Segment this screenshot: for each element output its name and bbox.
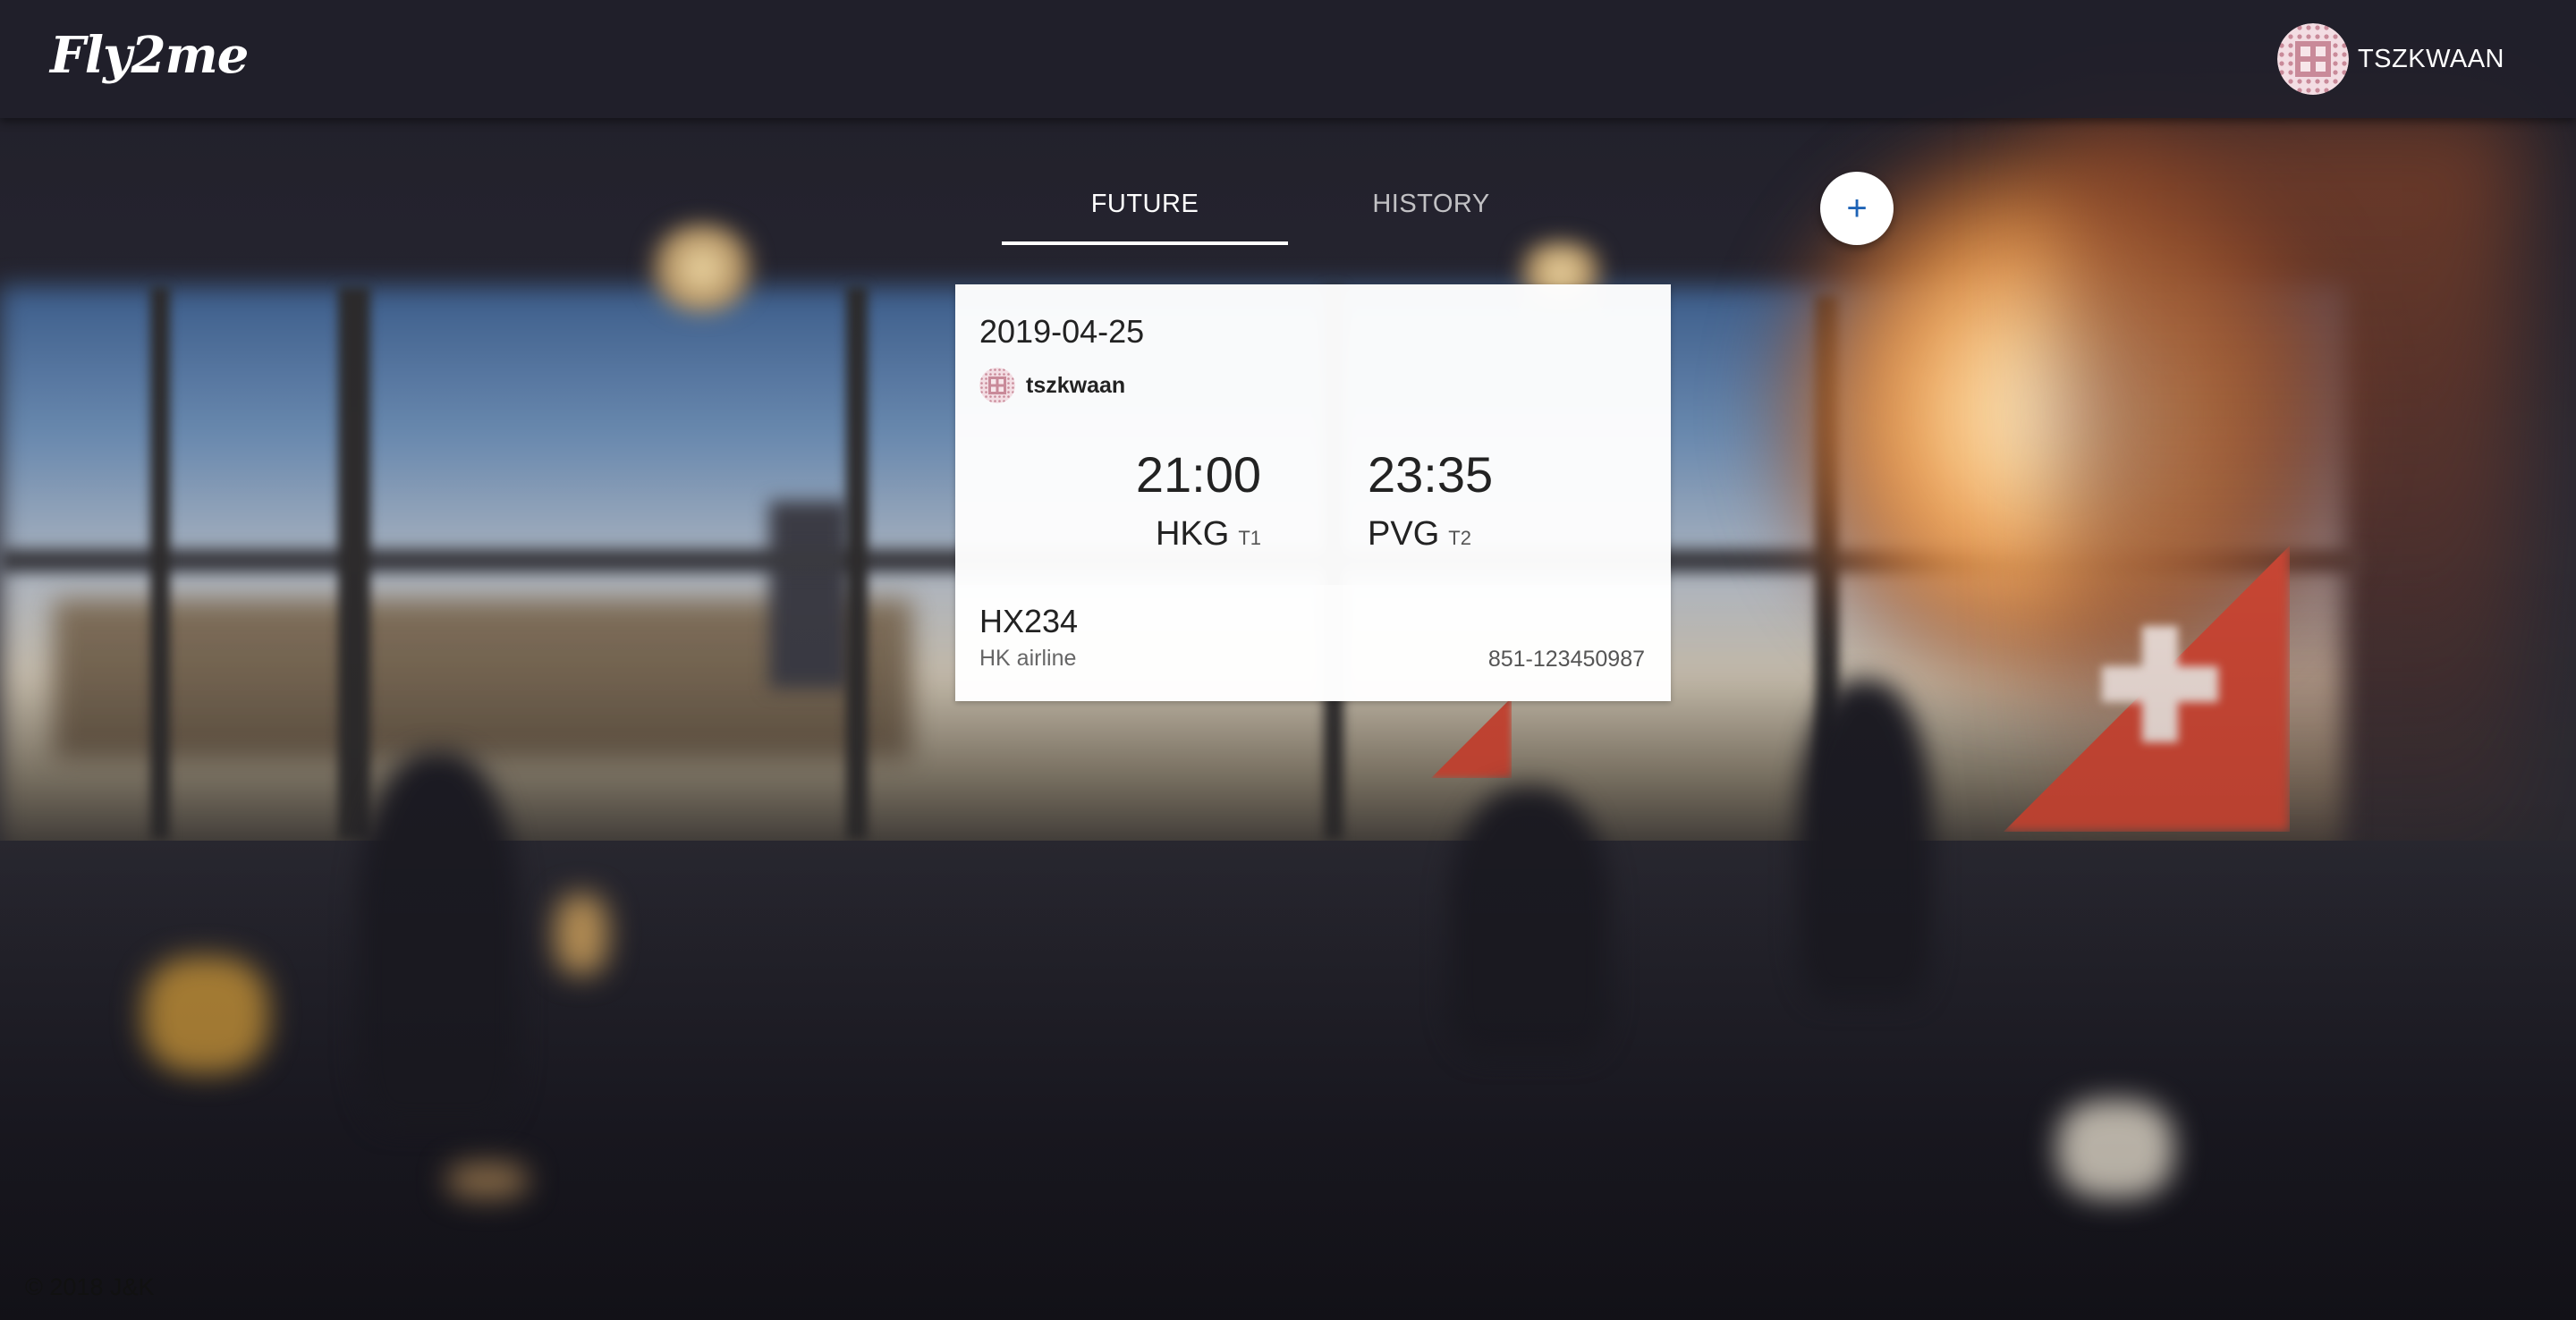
- departure-time: 21:00: [1135, 446, 1261, 503]
- departure-airport-code: HKG: [1155, 515, 1230, 553]
- app-header: Fly2me TSZKWAAN: [0, 0, 2576, 118]
- user-menu[interactable]: TSZKWAAN: [2276, 23, 2504, 95]
- arrival-terminal: T2: [1448, 527, 1471, 549]
- tab-active-indicator: [1002, 241, 1288, 245]
- tab-future[interactable]: FUTURE: [1002, 172, 1288, 243]
- flight-owner: tszkwaan: [979, 367, 1125, 404]
- flight-tabs: FUTURE HISTORY: [1002, 172, 1574, 247]
- app-logo[interactable]: Fly2me: [50, 20, 249, 91]
- flight-date: 2019-04-25: [979, 313, 1145, 350]
- booking-number: 851-123450987: [1487, 647, 1645, 672]
- user-avatar-icon[interactable]: [2276, 23, 2349, 95]
- footer-copyright: © 2018 J&K: [25, 1273, 155, 1300]
- owner-name: tszkwaan: [1026, 372, 1126, 398]
- owner-avatar-icon: [979, 368, 1015, 403]
- arrival-airport-code: PVG: [1368, 515, 1440, 553]
- departure-airport: HKG T1: [1156, 515, 1261, 554]
- flight-number: HX234: [979, 603, 1079, 639]
- plus-icon: +: [1846, 189, 1868, 228]
- arrival-airport: PVG T2: [1368, 515, 1471, 554]
- add-flight-button[interactable]: +: [1820, 172, 1894, 245]
- airline-name: HK airline: [979, 646, 1077, 671]
- arrival-time: 23:35: [1368, 446, 1494, 503]
- flight-card[interactable]: 2019-04-25 tszkwaan 21:00 23:35 HKG T1 P…: [955, 284, 1671, 701]
- tab-history[interactable]: HISTORY: [1288, 172, 1574, 243]
- departure-terminal: T1: [1238, 527, 1261, 549]
- username-label[interactable]: TSZKWAAN: [2358, 45, 2504, 74]
